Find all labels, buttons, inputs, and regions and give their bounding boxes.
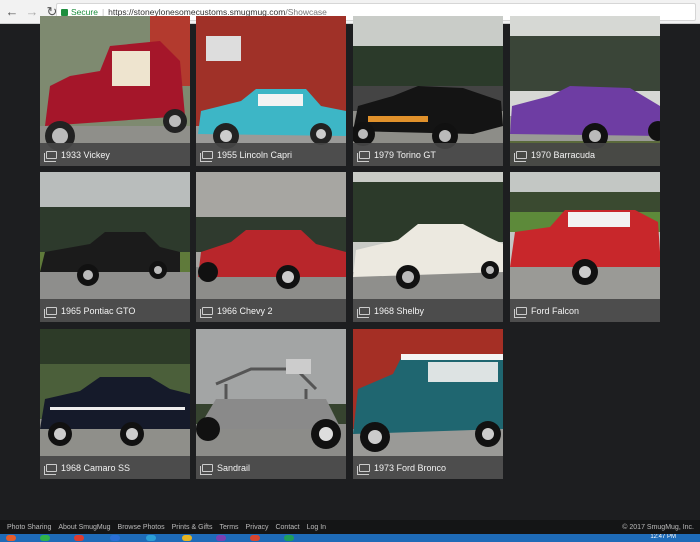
caption-text: Ford Falcon (531, 305, 580, 316)
footer-link-about-smugmug[interactable]: About SmugMug (58, 524, 110, 531)
caption-text: 1968 Shelby (374, 305, 425, 316)
gallery-tile-1970-barracuda[interactable]: 1970 Barracuda (510, 16, 660, 166)
tile-caption: 1965 Pontiac GTO (40, 299, 190, 322)
gallery-icon (44, 306, 57, 318)
tile-caption: 1968 Shelby (353, 299, 503, 322)
taskbar-app-icon[interactable] (182, 535, 192, 541)
footer-link-privacy[interactable]: Privacy (246, 524, 269, 531)
footer-link-contact[interactable]: Contact (275, 524, 299, 531)
tile-caption: 1966 Chevy 2 (196, 299, 346, 322)
footer-link-log-in[interactable]: Log In (307, 524, 326, 531)
caption-text: 1965 Pontiac GTO (61, 305, 136, 316)
gallery-icon (357, 463, 370, 475)
caption-text: 1933 Vickey (61, 149, 110, 160)
gallery-tile-1968-camaro-ss[interactable]: 1968 Camaro SS (40, 329, 190, 479)
gallery-tile-1966-chevy-2[interactable]: 1966 Chevy 2 (196, 172, 346, 322)
gallery-tile-sandrail[interactable]: Sandrail (196, 329, 346, 479)
gallery-icon (357, 306, 370, 318)
taskbar-app-icon[interactable] (74, 535, 84, 541)
gallery-tile-ford-falcon[interactable]: Ford Falcon (510, 172, 660, 322)
caption-text: 1979 Torino GT (374, 149, 436, 160)
footer-link-photo-sharing[interactable]: Photo Sharing (7, 524, 51, 531)
gallery-icon (200, 150, 213, 162)
taskbar-app-icon[interactable] (216, 535, 226, 541)
gallery-tile-1979-torino-gt[interactable]: 1979 Torino GT (353, 16, 503, 166)
caption-text: 1966 Chevy 2 (217, 305, 273, 316)
caption-text: 1973 Ford Bronco (374, 462, 447, 473)
gallery-tile-1965-pontiac-gto[interactable]: 1965 Pontiac GTO (40, 172, 190, 322)
gallery-icon (514, 306, 527, 318)
gallery-icon (44, 150, 57, 162)
back-arrow-icon[interactable]: ← (4, 4, 20, 20)
taskbar-app-icon[interactable] (146, 535, 156, 541)
tile-caption: 1968 Camaro SS (40, 456, 190, 479)
footer-link-browse-photos[interactable]: Browse Photos (118, 524, 165, 531)
caption-text: 1970 Barracuda (531, 149, 596, 160)
forward-arrow-icon[interactable]: → (24, 4, 40, 20)
tile-caption: 1973 Ford Bronco (353, 456, 503, 479)
caption-text: Sandrail (217, 462, 251, 473)
gallery-icon (514, 150, 527, 162)
gallery-icon (200, 463, 213, 475)
gallery-tile-1933-vickey[interactable]: 1933 Vickey (40, 16, 190, 166)
gallery-tile-1973-ford-bronco[interactable]: 1973 Ford Bronco (353, 329, 503, 479)
tile-caption: Sandrail (196, 456, 346, 479)
tile-caption: 1933 Vickey (40, 143, 190, 166)
footer-link-terms[interactable]: Terms (219, 524, 238, 531)
site-footer: Photo Sharing About SmugMug Browse Photo… (0, 520, 700, 534)
lock-icon (61, 8, 68, 16)
footer-link-prints-gifts[interactable]: Prints & Gifts (172, 524, 213, 531)
taskbar-app-icon[interactable] (284, 535, 294, 541)
tile-caption: 1970 Barracuda (510, 143, 660, 166)
caption-text: 1968 Camaro SS (61, 462, 131, 473)
gallery-icon (357, 150, 370, 162)
taskbar-app-icon[interactable] (110, 535, 120, 541)
taskbar-clock[interactable]: 12:47 PM (650, 534, 676, 540)
windows-taskbar: 12:47 PM (0, 534, 700, 542)
tile-caption: 1979 Torino GT (353, 143, 503, 166)
gallery-icon (200, 306, 213, 318)
tile-caption: 1955 Lincoln Capri (196, 143, 346, 166)
copyright-text: © 2017 SmugMug, Inc. (622, 523, 694, 531)
taskbar-app-icon[interactable] (250, 535, 260, 541)
start-button-icon[interactable] (6, 535, 16, 541)
taskbar-app-icon[interactable] (40, 535, 50, 541)
tile-caption: Ford Falcon (510, 299, 660, 322)
showcase-gallery: 1933 Vickey 1955 Lincoln Capri 1979 Tori… (0, 16, 700, 520)
gallery-icon (44, 463, 57, 475)
caption-text: 1955 Lincoln Capri (217, 149, 293, 160)
gallery-tile-1968-shelby[interactable]: 1968 Shelby (353, 172, 503, 322)
gallery-tile-1955-lincoln-capri[interactable]: 1955 Lincoln Capri (196, 16, 346, 166)
